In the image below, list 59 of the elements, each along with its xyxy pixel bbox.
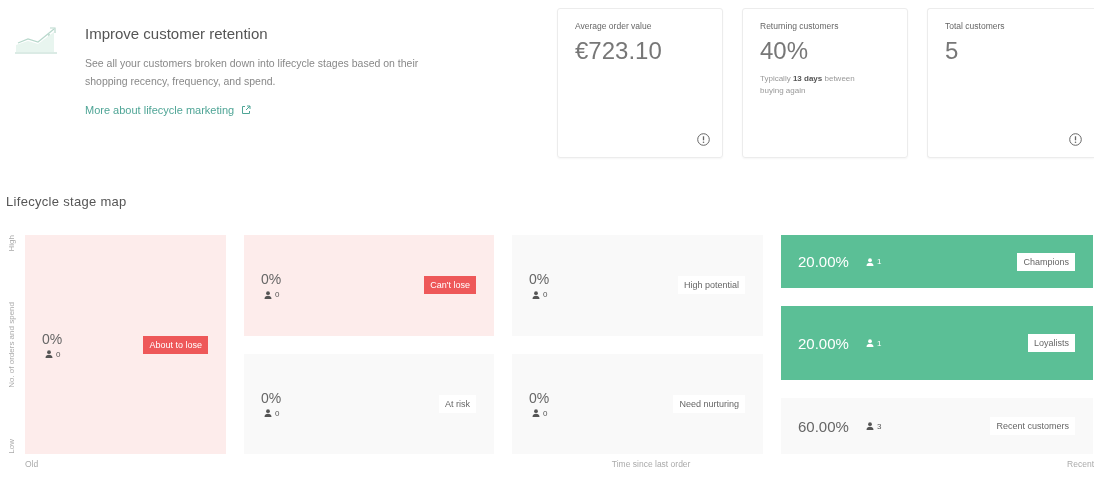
segment-tile[interactable]: 0% 0 High potential [512, 235, 763, 336]
info-icon[interactable] [697, 133, 710, 146]
axis-label: High [6, 235, 16, 252]
info-icon[interactable] [1069, 133, 1082, 146]
share-value: 20.00% [798, 253, 849, 270]
stat-note: Typically 13 days between buying again [760, 73, 856, 97]
person-icon [264, 409, 272, 418]
segment-tile[interactable]: 60.00% 3 Recent customers [781, 398, 1093, 454]
stage-label: Need nurturing [673, 394, 745, 413]
share-value: 60.00% [798, 417, 849, 435]
stat-label: Average order value [575, 21, 653, 31]
customer-count: 3 [876, 421, 882, 431]
axis-title: No. of orders and spend [6, 302, 16, 389]
share-value: 0% [261, 271, 282, 288]
stage-label: Loyalists [1028, 334, 1075, 353]
segment-tile[interactable]: 0% 0 At risk [244, 353, 494, 454]
section-title: Improve customer retention [85, 25, 269, 42]
segment-tile[interactable]: 0% 0 Can't lose [244, 235, 494, 336]
segment-tile[interactable]: 0% 0 About to lose [25, 235, 226, 454]
stage-label: Champions [1017, 252, 1075, 271]
stage-label: Can't lose [424, 276, 476, 295]
stage-label: About to lose [143, 335, 208, 354]
stat-value: 40% [760, 37, 810, 65]
customer-count: 1 [876, 257, 882, 266]
segment-tile[interactable]: 0% 0 Need nurturing [512, 353, 763, 454]
person-icon [865, 339, 874, 348]
person-icon [532, 290, 540, 299]
stat-value: 5 [945, 37, 960, 65]
customer-count: 0 [543, 408, 548, 418]
stat-label: Total customers [945, 21, 1006, 31]
axis-label: Recent [1067, 459, 1094, 469]
customer-count: 0 [56, 349, 61, 359]
share-value: 0% [529, 389, 550, 406]
segment-tile[interactable]: 20.00% 1 Champions [781, 235, 1093, 289]
share-value: 0% [529, 271, 550, 288]
share-value: 20.00% [798, 334, 849, 352]
customer-count: 0 [275, 290, 280, 300]
axis-title: Time since last order [611, 459, 691, 469]
stage-label: High potential [677, 276, 745, 295]
customer-count: 0 [543, 290, 548, 300]
stat-value: €723.10 [575, 37, 663, 65]
stat-label: Returning customers [760, 21, 840, 31]
axis-label: Old [25, 459, 39, 469]
section-heading: Lifecycle stage map [5, 193, 128, 209]
share-value: 0% [42, 330, 63, 347]
person-icon [865, 422, 874, 431]
external-link-icon [241, 105, 252, 115]
description-text: See all your customers broken down into lifecycle stages based on their shopping recency, frequency, and spend. [85, 56, 420, 89]
segment-tile[interactable]: 20.00% 1 Loyalists [781, 306, 1093, 381]
stage-label: At risk [439, 394, 476, 413]
person-icon [45, 350, 53, 358]
axis-label: Low [6, 439, 16, 454]
share-value: 0% [261, 389, 282, 406]
person-icon [532, 409, 540, 418]
customer-count: 0 [275, 408, 280, 418]
person-icon [865, 257, 874, 266]
stage-label: Recent customers [990, 417, 1075, 436]
person-icon [264, 290, 272, 299]
customer-count: 1 [876, 338, 882, 348]
